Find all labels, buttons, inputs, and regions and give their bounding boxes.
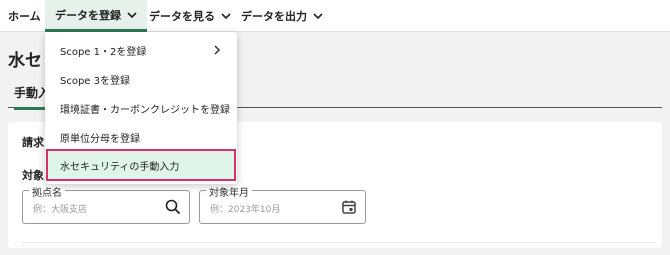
chevron-right-icon (214, 45, 221, 55)
nav-home-label: ホーム (8, 10, 41, 23)
location-field[interactable]: 拠点名 例：大阪支店 (22, 184, 190, 224)
nav-register-data[interactable]: データを登録 (45, 0, 147, 32)
menu-item-water-security[interactable]: 水セキュリティの手動入力 (46, 149, 236, 181)
period-field-placeholder: 例：2023年10月 (210, 205, 281, 215)
period-field[interactable]: 対象年月 例：2023年10月 (199, 184, 366, 224)
nav-home[interactable]: ホーム (8, 0, 41, 32)
chevron-down-icon (221, 13, 231, 20)
menu-item-certificates[interactable]: 環境証書・カーボンクレジットを登録 (45, 94, 237, 122)
card-divider (22, 242, 656, 243)
register-data-menu: Scope 1・2を登録 Scope 3を登録 環境証書・カーボンクレジットを登… (45, 32, 237, 184)
search-icon[interactable] (165, 199, 181, 215)
location-field-label: 拠点名 (29, 184, 65, 199)
calendar-icon[interactable] (341, 199, 357, 215)
top-nav: ホーム データを登録 データを見る データを出力 (0, 0, 670, 32)
filter-label: 対象 (22, 169, 44, 182)
menu-item-intensity-denominator[interactable]: 原単位分母を登録 (45, 123, 237, 151)
period-field-label: 対象年月 (206, 184, 252, 199)
menu-item-scope12[interactable]: Scope 1・2を登録 (45, 36, 237, 64)
location-field-placeholder: 例：大阪支店 (33, 205, 88, 215)
chevron-down-icon (313, 13, 323, 20)
card-heading: 請求 (22, 136, 44, 149)
menu-item-label: 環境証書・カーボンクレジットを登録 (60, 104, 230, 116)
nav-view-data-label: データを見る (149, 10, 215, 23)
menu-item-label: 水セキュリティの手動入力 (60, 161, 180, 173)
nav-view-data[interactable]: データを見る (149, 0, 231, 32)
nav-register-data-label: データを登録 (55, 8, 121, 22)
page-title: 水セ (8, 51, 42, 71)
menu-item-scope3[interactable]: Scope 3を登録 (45, 65, 237, 93)
nav-export-data[interactable]: データを出力 (241, 0, 323, 32)
menu-item-label: Scope 3を登録 (60, 75, 131, 87)
nav-export-data-label: データを出力 (241, 10, 307, 23)
menu-item-label: 原単位分母を登録 (60, 133, 140, 145)
chevron-down-icon (127, 11, 137, 18)
menu-item-label: Scope 1・2を登録 (60, 46, 147, 58)
